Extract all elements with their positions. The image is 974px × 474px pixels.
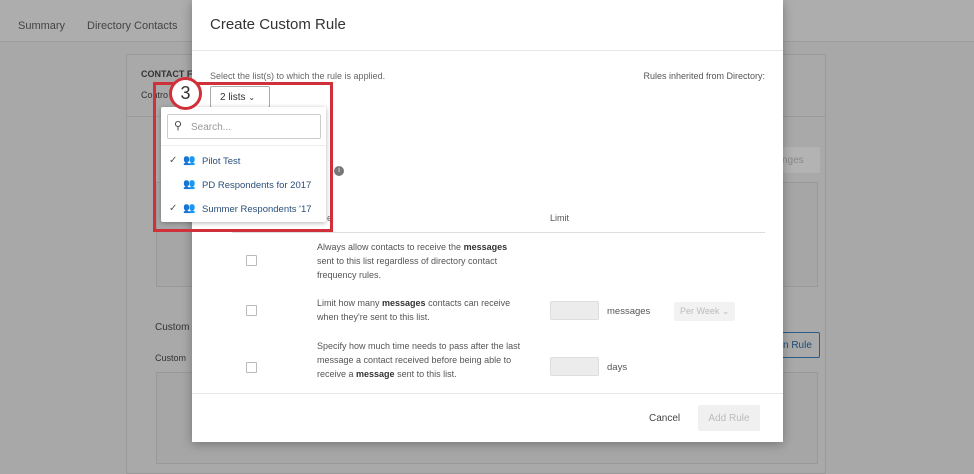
tab-directory-contacts[interactable]: Directory Contacts [87,20,177,32]
days-input[interactable] [550,357,599,376]
rule-description-always-allow: Always allow contacts to receive the mes… [317,242,508,280]
divider [192,50,783,51]
messages-unit: messages [607,306,651,317]
messages-count-input[interactable] [550,301,599,320]
modal-title: Create Custom Rule [210,16,346,33]
wait-time-checkbox[interactable] [246,362,257,373]
rule-description-wait: Specify how much time needs to pass afte… [317,341,521,379]
select-lists-label: Select the list(s) to which the rule is … [210,71,386,81]
period-select[interactable]: Per Week ⌄ [674,302,735,321]
custom-heading: Custom [155,322,190,333]
custom-sub: Custom [155,353,187,363]
inherited-label: Rules inherited from Directory: [643,71,765,81]
period-select-value: Per Week [680,306,720,316]
add-rule-button[interactable]: Add Rule [698,405,760,431]
divider [232,232,765,233]
tab-summary[interactable]: Summary [18,20,65,32]
cancel-button[interactable]: Cancel [649,413,680,424]
info-icon[interactable]: i [334,166,344,176]
limit-messages-checkbox[interactable] [246,305,257,316]
step-badge: 3 [169,77,202,110]
column-limit-header: Limit [550,213,570,223]
always-allow-checkbox[interactable] [246,255,257,266]
days-unit: days [607,362,628,373]
chevron-down-icon: ⌄ [721,306,730,316]
rule-description-limit: Limit how many messages contacts can rec… [317,298,511,322]
divider [192,393,783,394]
